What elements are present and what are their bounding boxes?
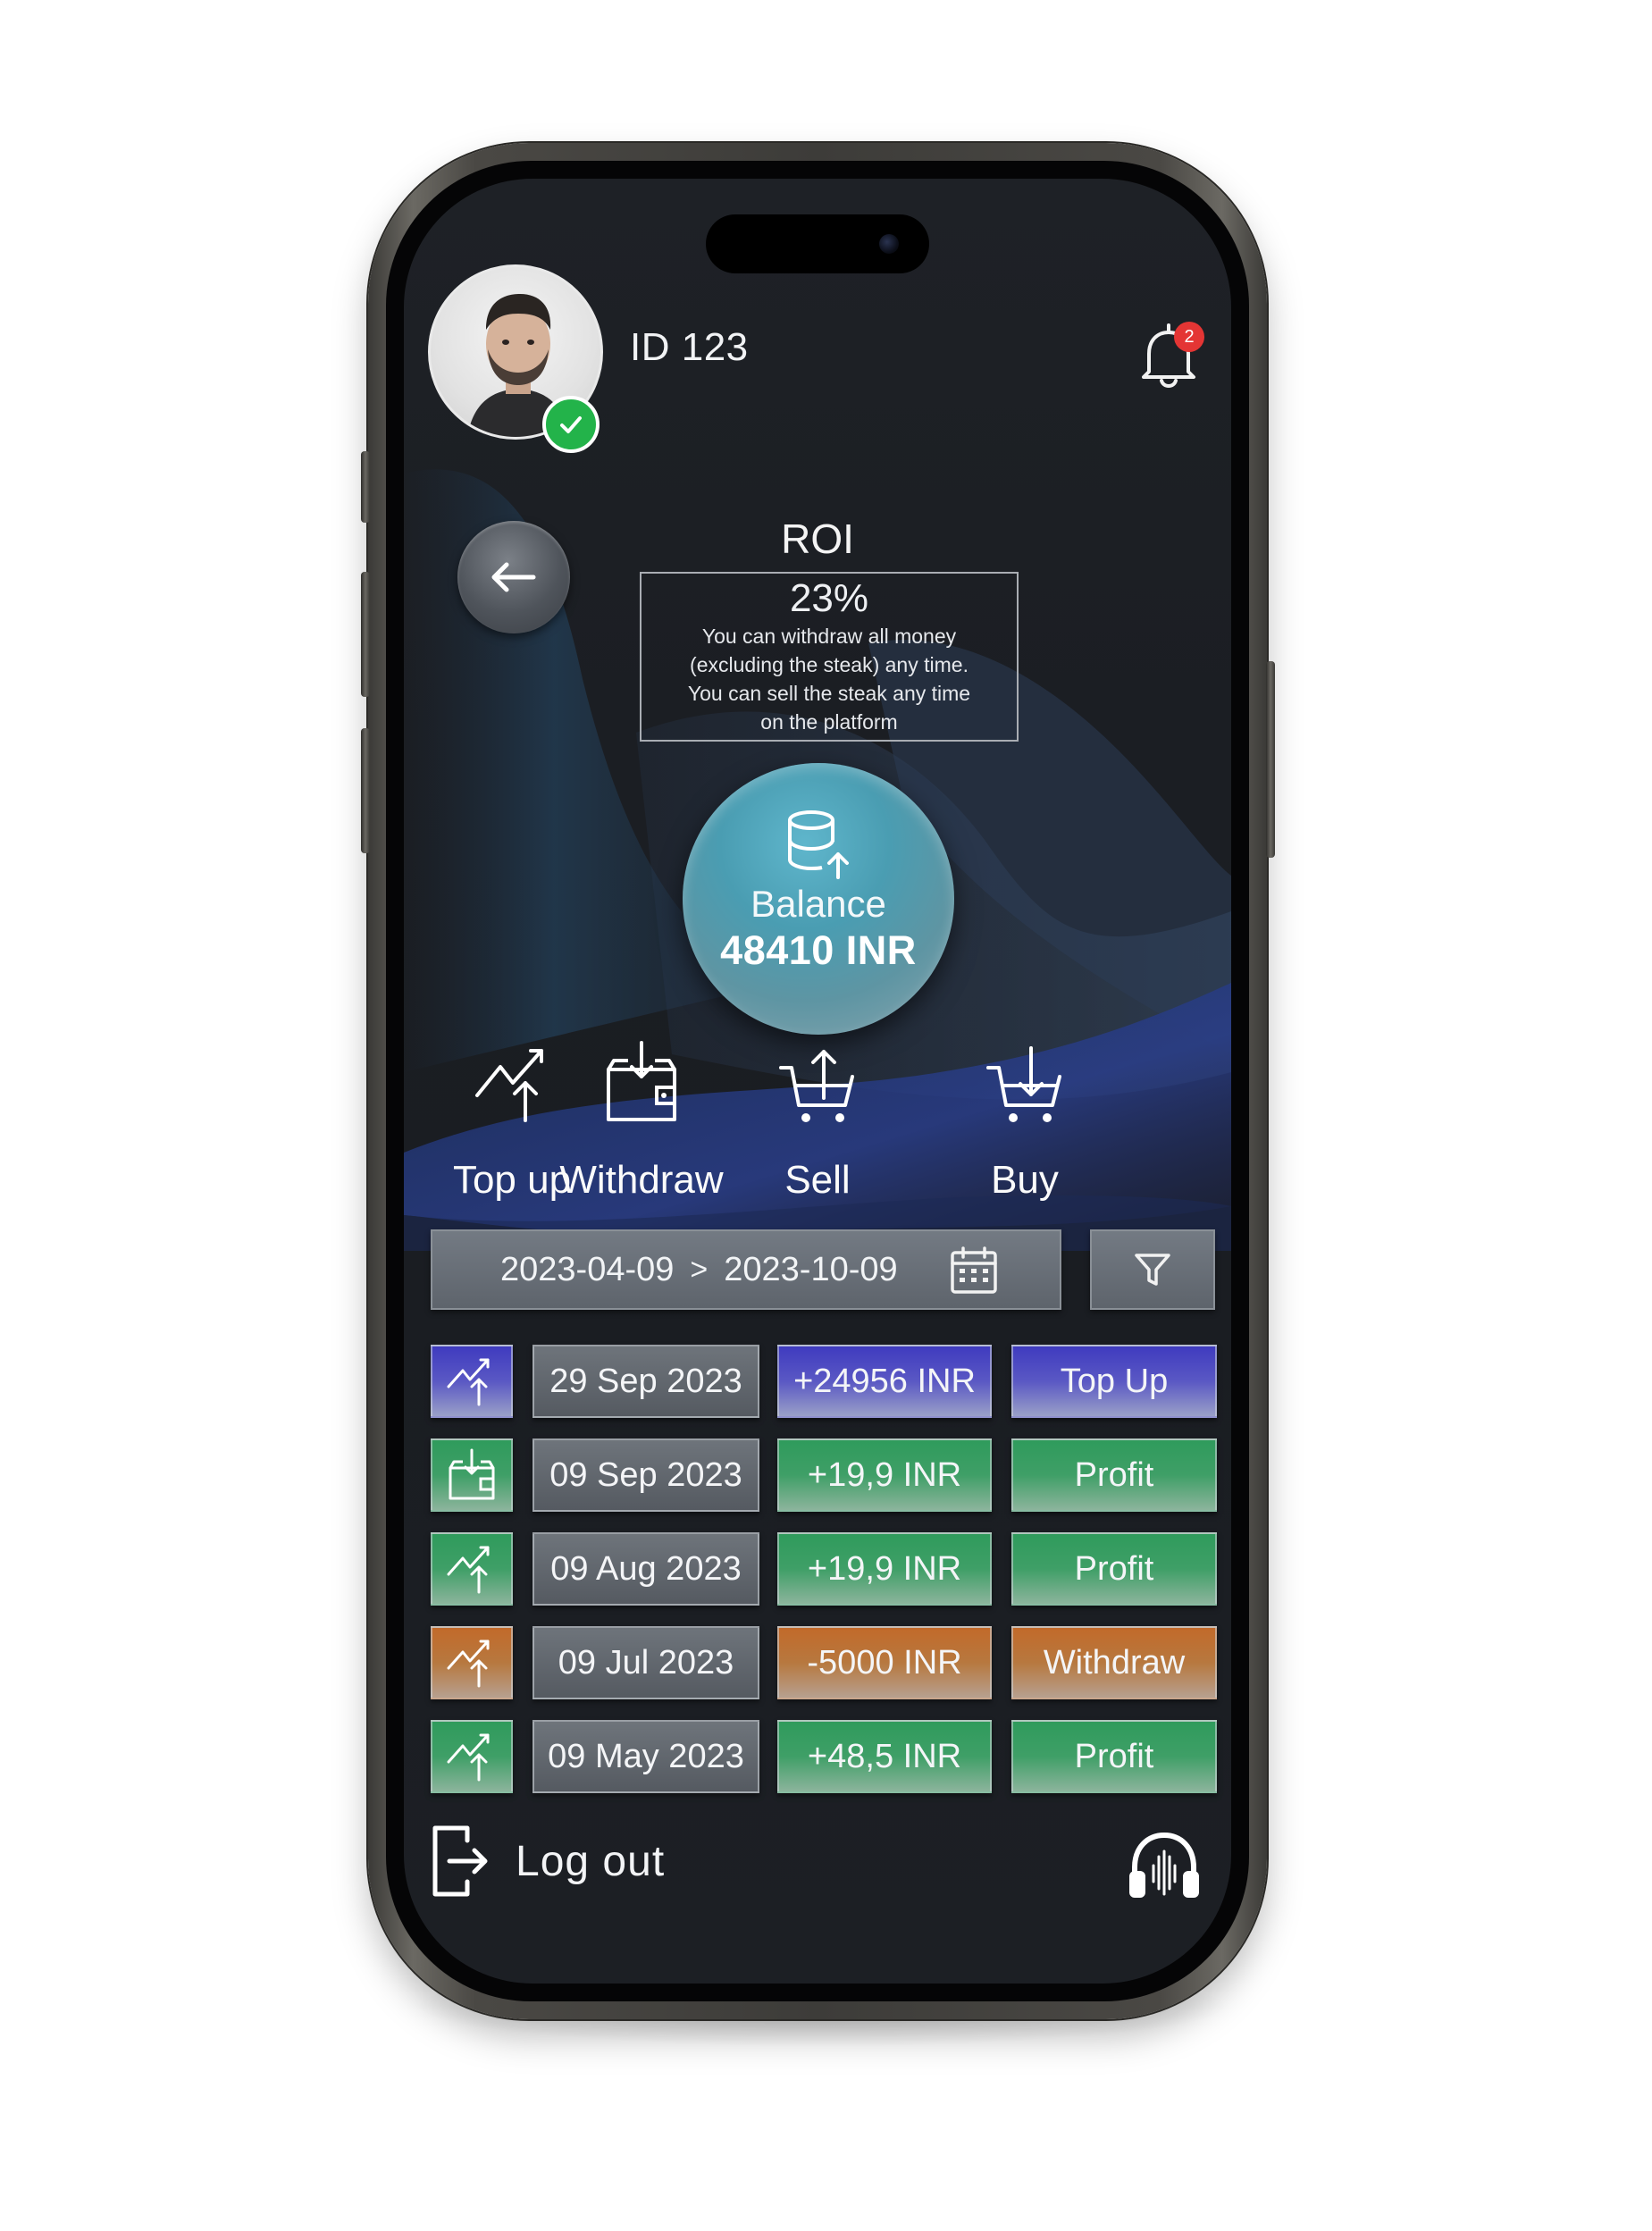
action-button	[361, 451, 370, 523]
support-button[interactable]	[1128, 1830, 1201, 1906]
calendar-icon	[951, 1246, 997, 1294]
balance-value: 48410 INR	[720, 927, 917, 973]
verified-check-icon	[542, 396, 600, 453]
transaction-amount: +24956 INR	[777, 1345, 992, 1418]
table-row[interactable]: 09 Sep 2023 +19,9 INR Profit	[431, 1438, 1217, 1514]
table-row[interactable]: 09 Jul 2023 -5000 INR Withdraw	[431, 1626, 1217, 1701]
transaction-type: Withdraw	[1011, 1626, 1217, 1699]
transaction-date: 29 Sep 2023	[532, 1345, 759, 1418]
date-range-picker[interactable]: 2023-04-09 > 2023-10-09	[431, 1229, 1061, 1310]
database-upload-icon	[788, 810, 849, 879]
transaction-date: 09 Jul 2023	[532, 1626, 759, 1699]
action-label: Buy	[991, 1158, 1059, 1202]
notification-badge: 2	[1174, 322, 1204, 352]
roi-note-line: You can sell the steak any time	[687, 682, 971, 705]
transaction-type: Profit	[1011, 1438, 1217, 1512]
profile-avatar[interactable]	[428, 264, 603, 453]
logout-label: Log out	[516, 1837, 666, 1885]
user-id: ID 123	[630, 325, 749, 369]
roi-note-line: (excluding the steak) any time.	[690, 653, 969, 676]
trend-up-icon	[447, 1546, 490, 1594]
transaction-amount: +19,9 INR	[777, 1532, 992, 1606]
dynamic-island	[706, 214, 929, 273]
table-row[interactable]: 09 May 2023 +48,5 INR Profit	[431, 1720, 1217, 1795]
balance-label: Balance	[751, 883, 886, 925]
app-screen: ID 123 2 ROI 23% You can withdraw all mo…	[404, 179, 1231, 1984]
table-row[interactable]: 09 Aug 2023 +19,9 INR Profit	[431, 1532, 1217, 1607]
roi-title: ROI	[781, 516, 854, 562]
transaction-type-icon	[431, 1532, 513, 1606]
filter-button[interactable]	[1090, 1229, 1215, 1310]
date-to: 2023-10-09	[724, 1250, 898, 1288]
trend-up-icon	[447, 1640, 490, 1688]
roi-note-line: You can withdraw all money	[701, 625, 957, 648]
transaction-type-icon	[431, 1626, 513, 1699]
transaction-date: 09 Aug 2023	[532, 1532, 759, 1606]
trend-up-icon	[447, 1358, 490, 1406]
arrow-left-icon	[491, 562, 536, 592]
cart-upload-icon	[779, 1050, 854, 1122]
wallet-download-icon	[607, 1041, 676, 1121]
transaction-type-icon	[431, 1438, 513, 1512]
wallet-download-icon	[449, 1448, 495, 1500]
logout-icon	[432, 1825, 488, 1897]
transaction-amount: +48,5 INR	[777, 1720, 992, 1793]
roi-note-line: on the platform	[760, 710, 898, 734]
volume-down-button	[361, 728, 370, 853]
transaction-amount: +19,9 INR	[777, 1438, 992, 1512]
front-camera	[879, 234, 899, 254]
transaction-amount: -5000 INR	[777, 1626, 992, 1699]
balance-card[interactable]: Balance 48410 INR	[683, 763, 954, 1035]
action-label: Sell	[784, 1158, 851, 1202]
logout-button[interactable]: Log out	[428, 1823, 665, 1900]
roi-note: You can withdraw all money (excluding th…	[650, 622, 1008, 736]
headset-support-icon	[1129, 1832, 1199, 1898]
transaction-type: Profit	[1011, 1532, 1217, 1606]
filter-icon	[1135, 1254, 1170, 1286]
trend-up-icon	[447, 1733, 490, 1782]
date-from: 2023-04-09	[500, 1250, 675, 1288]
date-separator: >	[690, 1252, 709, 1287]
transaction-date: 09 May 2023	[532, 1720, 759, 1793]
table-row[interactable]: 29 Sep 2023 +24956 INR Top Up	[431, 1345, 1217, 1420]
notifications-button[interactable]: 2	[1129, 315, 1210, 395]
transaction-type: Top Up	[1011, 1345, 1217, 1418]
buy-action[interactable]: Buy	[922, 1035, 1128, 1203]
power-button	[1266, 661, 1275, 858]
trend-up-icon	[475, 1049, 543, 1122]
transaction-type-icon	[431, 1720, 513, 1793]
cart-download-icon	[986, 1046, 1061, 1122]
transaction-type-icon	[431, 1345, 513, 1418]
volume-up-button	[361, 572, 370, 697]
sell-action[interactable]: Sell	[672, 1035, 963, 1203]
transaction-type: Profit	[1011, 1720, 1217, 1793]
roi-percent: 23%	[789, 576, 869, 620]
transaction-date: 09 Sep 2023	[532, 1438, 759, 1512]
roi-info-box: 23% You can withdraw all money (excludin…	[640, 572, 1019, 742]
